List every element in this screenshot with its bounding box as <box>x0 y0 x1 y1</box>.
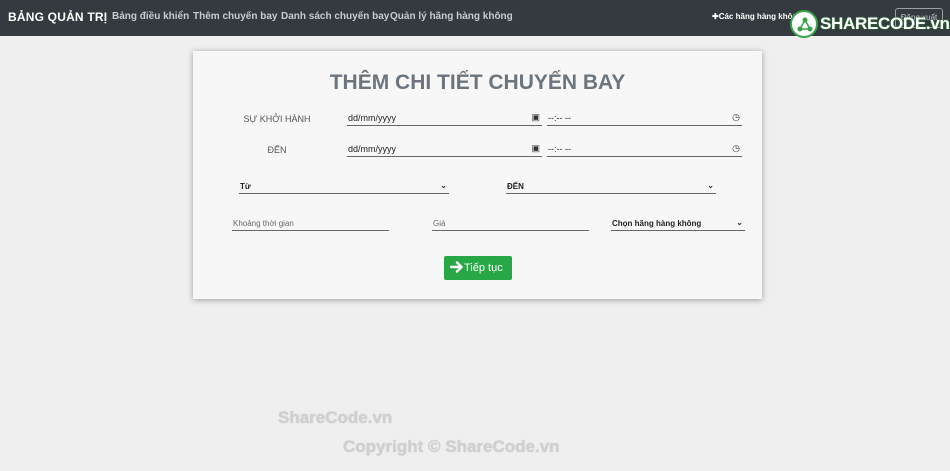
calendar-icon[interactable]: ▣ <box>531 112 540 123</box>
watermark-copyright: Copyright © ShareCode.vn <box>343 437 560 456</box>
duration-input[interactable]: Khoảng thời gian <box>232 217 389 231</box>
page-title: THÊM CHI TIẾT CHUYẾN BAY <box>329 71 626 94</box>
nav-link-airline-management[interactable]: Quản lý hãng hàng không <box>390 11 513 22</box>
arrival-date-input[interactable]: dd/mm/yyyy ▣ <box>347 139 542 157</box>
nav-link-flight-list[interactable]: Danh sách chuyến bay <box>281 11 389 22</box>
clock-icon[interactable]: ◷ <box>732 143 740 154</box>
continue-button[interactable]: Tiếp tục <box>444 256 512 280</box>
navbar-brand[interactable]: BẢNG QUẢN TRỊ <box>8 10 107 24</box>
logo-badge-icon <box>790 10 818 38</box>
nav-link-dashboard[interactable]: Bảng điều khiển <box>112 11 189 22</box>
chevron-down-icon: ⌄ <box>736 218 743 227</box>
nav-link-airlines[interactable]: ✚Các hãng hàng không <box>712 12 802 21</box>
calendar-icon[interactable]: ▣ <box>531 143 540 154</box>
from-select[interactable]: Từ ⌄ <box>239 180 449 194</box>
price-input[interactable]: Giá <box>432 217 589 231</box>
watermark-text: ShareCode.vn <box>278 408 393 427</box>
airline-select[interactable]: Chọn hãng hàng không ⌄ <box>611 217 745 231</box>
logo-text: SHARECODE.vn <box>820 14 950 33</box>
arrival-label: ĐẾN <box>267 145 287 155</box>
chevron-down-icon: ⌄ <box>440 181 447 190</box>
arrow-right-icon <box>449 261 463 273</box>
chevron-down-icon: ⌄ <box>707 181 714 190</box>
sharecode-logo: SHARECODE.vn <box>790 10 950 40</box>
clock-icon[interactable]: ◷ <box>732 112 740 123</box>
departure-time-input[interactable]: --:-- -- ◷ <box>547 108 742 126</box>
to-select[interactable]: ĐẾN ⌄ <box>506 180 716 194</box>
departure-label: SỰ KHỞI HÀNH <box>243 114 311 124</box>
plus-icon: ✚ <box>712 12 719 21</box>
departure-date-input[interactable]: dd/mm/yyyy ▣ <box>347 108 542 126</box>
arrival-time-input[interactable]: --:-- -- ◷ <box>547 139 742 157</box>
nav-link-add-flight[interactable]: Thêm chuyến bay <box>193 11 277 22</box>
add-flight-form: THÊM CHI TIẾT CHUYẾN BAY SỰ KHỞI HÀNH dd… <box>193 51 762 299</box>
